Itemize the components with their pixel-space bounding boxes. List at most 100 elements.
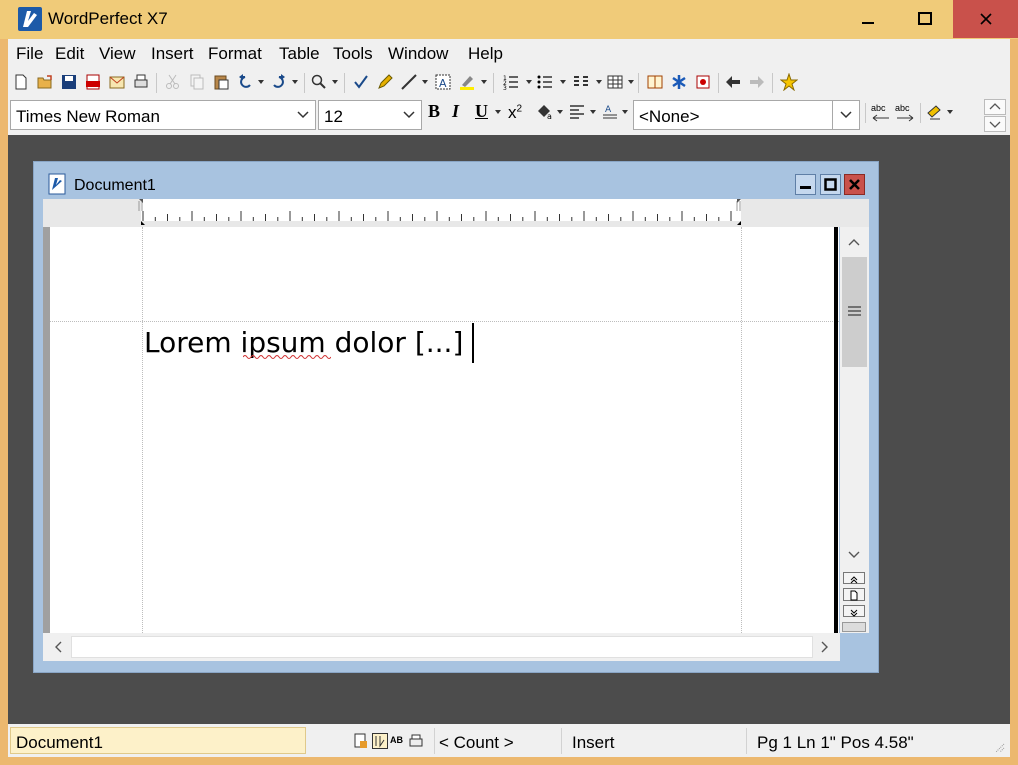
ab-indicator[interactable]: AB	[390, 735, 403, 745]
zoom-icon[interactable]	[310, 73, 328, 91]
scroll-left-button[interactable]	[47, 636, 69, 658]
pdf-icon[interactable]	[84, 73, 102, 91]
document-page[interactable]	[43, 227, 839, 633]
spacing-right-button[interactable]: abc	[895, 103, 915, 125]
page-navigation-button[interactable]	[843, 588, 865, 601]
menu-help[interactable]: Help	[468, 44, 503, 64]
table-icon[interactable]	[606, 73, 624, 91]
line-spacing-icon[interactable]: A	[601, 103, 619, 121]
menu-edit[interactable]: Edit	[55, 44, 84, 64]
redo-icon[interactable]	[270, 73, 288, 91]
justification-dropdown-arrow[interactable]	[590, 110, 596, 114]
previous-page-button[interactable]	[843, 572, 865, 584]
undo-icon[interactable]	[236, 73, 254, 91]
table-dropdown-arrow[interactable]	[628, 80, 634, 84]
spacing-left-button[interactable]: abc	[871, 103, 891, 125]
undo-dropdown-arrow[interactable]	[258, 80, 264, 84]
minimize-icon	[862, 22, 874, 24]
save-icon[interactable]	[60, 73, 78, 91]
menu-tools[interactable]: Tools	[333, 44, 373, 64]
horizontal-scrollbar[interactable]	[43, 633, 840, 661]
symbol-icon[interactable]	[670, 73, 688, 91]
horizontal-scroll-thumb[interactable]	[71, 636, 813, 658]
word-count[interactable]: < Count >	[439, 733, 514, 753]
columns-dropdown-arrow[interactable]	[596, 80, 602, 84]
copy-icon[interactable]	[188, 73, 206, 91]
close-button[interactable]	[953, 0, 1018, 38]
bullets-dropdown-arrow[interactable]	[560, 80, 566, 84]
highlight-pen-icon[interactable]	[376, 73, 394, 91]
resize-grip-icon[interactable]	[994, 742, 1006, 754]
mail-icon[interactable]	[108, 73, 126, 91]
zoom-dropdown-arrow[interactable]	[332, 80, 338, 84]
line-spacing-dropdown-arrow[interactable]	[622, 110, 628, 114]
new-document-icon[interactable]	[12, 73, 30, 91]
style-combo[interactable]: <None>	[633, 100, 860, 130]
next-page-button[interactable]	[843, 605, 865, 617]
line-icon[interactable]	[400, 73, 418, 91]
svg-text:3: 3	[503, 85, 507, 91]
clipart-icon[interactable]	[694, 73, 712, 91]
menu-window[interactable]: Window	[388, 44, 448, 64]
status-document-name[interactable]: Document1	[10, 727, 306, 754]
fill-color-icon[interactable]: a	[535, 103, 555, 121]
numbering-icon[interactable]: 123	[502, 73, 520, 91]
scroll-down-button[interactable]	[842, 544, 866, 566]
back-icon[interactable]	[724, 73, 742, 91]
cut-icon[interactable]	[164, 73, 182, 91]
menu-table[interactable]: Table	[279, 44, 320, 64]
favorite-icon[interactable]	[780, 73, 798, 91]
printer-status-icon[interactable]	[408, 733, 424, 749]
menu-view[interactable]: View	[99, 44, 136, 64]
fill-color-dropdown-arrow[interactable]	[557, 110, 563, 114]
chevron-down-icon	[297, 111, 309, 119]
print-icon[interactable]	[132, 73, 150, 91]
ruler[interactable]	[43, 199, 869, 227]
superscript-button[interactable]: x2	[508, 103, 522, 123]
split-handle[interactable]	[842, 622, 866, 632]
document-icon	[48, 173, 66, 195]
document-status-icon[interactable]	[354, 733, 368, 749]
style-dropdown-button[interactable]	[832, 101, 859, 129]
redo-dropdown-arrow[interactable]	[292, 80, 298, 84]
paste-icon[interactable]	[212, 73, 230, 91]
insert-mode-icon[interactable]	[372, 733, 388, 749]
highlight-dropdown-arrow[interactable]	[481, 80, 487, 84]
underline-dropdown-arrow[interactable]	[495, 110, 501, 114]
underline-button[interactable]: U	[475, 101, 488, 122]
scroll-thumb[interactable]	[842, 257, 867, 367]
quick-format-dropdown-arrow[interactable]	[947, 110, 953, 114]
maximize-button[interactable]	[896, 0, 954, 38]
justification-icon[interactable]	[568, 103, 586, 121]
vertical-scrollbar[interactable]	[840, 227, 869, 633]
highlight-icon[interactable]	[458, 73, 476, 91]
scroll-right-button[interactable]	[814, 636, 836, 658]
font-name-combo[interactable]: Times New Roman	[10, 100, 316, 130]
spellcheck-icon[interactable]	[352, 73, 370, 91]
insert-mode-status[interactable]: Insert	[572, 733, 615, 753]
menu-insert[interactable]: Insert	[151, 44, 194, 64]
doc-maximize-button[interactable]	[820, 174, 841, 195]
menu-file[interactable]: File	[16, 44, 43, 64]
propbar-scroll-down[interactable]	[984, 116, 1006, 132]
toolbar-separator	[304, 73, 305, 93]
text-box-icon[interactable]: A	[434, 73, 452, 91]
doc-close-button[interactable]	[844, 174, 865, 195]
propbar-scroll-up[interactable]	[984, 99, 1006, 115]
quick-format-icon[interactable]	[926, 103, 948, 123]
columns-icon[interactable]	[572, 73, 590, 91]
open-icon[interactable]	[36, 73, 54, 91]
reference-icon[interactable]	[646, 73, 664, 91]
font-size-combo[interactable]: 12	[318, 100, 422, 130]
cursor-position[interactable]: Pg 1 Ln 1" Pos 4.58"	[757, 733, 914, 753]
scroll-up-button[interactable]	[842, 231, 866, 253]
menu-format[interactable]: Format	[208, 44, 262, 64]
forward-icon[interactable]	[748, 73, 766, 91]
italic-button[interactable]: I	[452, 101, 459, 122]
doc-minimize-button[interactable]	[795, 174, 816, 195]
bullets-icon[interactable]	[536, 73, 554, 91]
minimize-button[interactable]	[839, 0, 897, 38]
numbering-dropdown-arrow[interactable]	[526, 80, 532, 84]
line-dropdown-arrow[interactable]	[422, 80, 428, 84]
bold-button[interactable]: B	[428, 101, 440, 122]
